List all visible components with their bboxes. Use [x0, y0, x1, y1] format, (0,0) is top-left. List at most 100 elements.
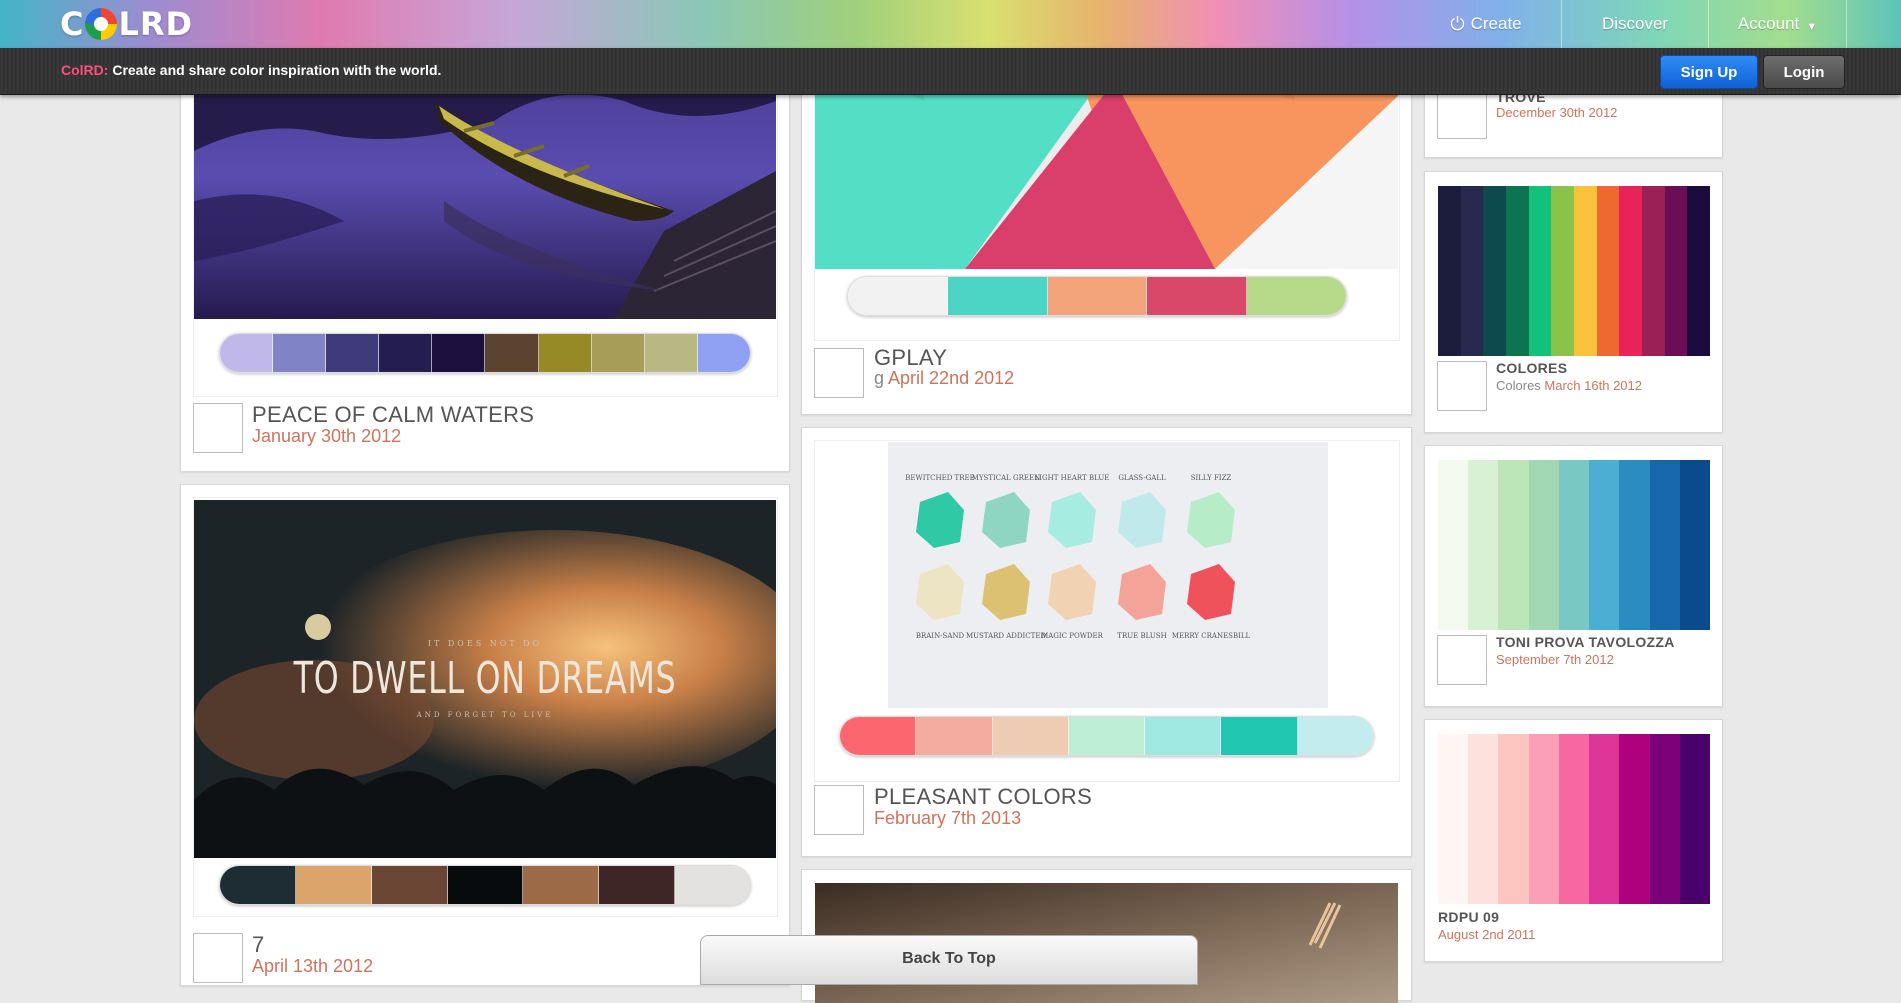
- top-navigation-bar: C LRD ⏻ Create Discover Account ▼: [0, 0, 1901, 49]
- color-swatch[interactable]: [326, 334, 380, 372]
- palette-author[interactable]: Colores: [1496, 378, 1541, 393]
- color-swatch[interactable]: [523, 866, 600, 904]
- main-nav: ⏻ Create Discover Account ▼: [1411, 0, 1901, 48]
- color-stripe: [1438, 734, 1469, 904]
- color-swatch[interactable]: [1145, 717, 1222, 755]
- color-swatch[interactable]: [599, 866, 676, 904]
- palette-title[interactable]: COLORES: [1496, 360, 1567, 376]
- palette-card[interactable]: TONI PROVA TAVOLOZZA September 7th 2012: [1424, 445, 1723, 707]
- palette-swatch-bar: [219, 333, 751, 373]
- color-swatch[interactable]: [447, 866, 524, 904]
- color-swatch[interactable]: [1047, 277, 1148, 315]
- user-avatar[interactable]: [1437, 635, 1487, 685]
- nav-spacer: [1846, 0, 1901, 48]
- color-swatch[interactable]: [295, 866, 372, 904]
- pastel-stones-image: BEWITCHED TREE BRAIN-SAND MYSTICAL GREEN MU…: [888, 442, 1328, 708]
- palette-title[interactable]: PLEASANT COLORS: [874, 784, 1092, 810]
- stone-label: BEWITCHED TREE: [905, 474, 974, 482]
- stone-label: MYSTICAL GREEN: [972, 474, 1041, 482]
- color-swatch[interactable]: [371, 866, 448, 904]
- color-stripe: [1642, 186, 1665, 356]
- user-avatar[interactable]: [814, 785, 864, 835]
- palette-card[interactable]: PEACE OF CALM WATERS January 30th 2012: [180, 60, 790, 472]
- color-swatch[interactable]: [992, 717, 1069, 755]
- color-swatch[interactable]: [916, 717, 993, 755]
- color-swatch[interactable]: [840, 717, 917, 755]
- color-stripe: [1619, 460, 1650, 630]
- color-stripe: [1589, 460, 1620, 630]
- palette-date: Colores March 16th 2012: [1496, 378, 1642, 393]
- nav-account[interactable]: Account ▼: [1708, 0, 1846, 48]
- color-stripe: [1687, 186, 1711, 356]
- stone-label: MUSTARD ADDICTED: [966, 632, 1046, 640]
- color-stripes[interactable]: [1438, 460, 1710, 630]
- color-stripe: [1551, 186, 1575, 356]
- palette-date: August 2nd 2011: [1438, 927, 1536, 942]
- colrd-logo[interactable]: C LRD: [60, 5, 194, 43]
- color-stripe: [1649, 734, 1680, 904]
- palette-date: January 30th 2012: [252, 426, 402, 446]
- user-avatar[interactable]: [814, 348, 864, 398]
- palette-card[interactable]: RDPU 09 August 2nd 2011: [1424, 719, 1723, 962]
- palette-swatch-bar: [839, 716, 1374, 756]
- color-swatch[interactable]: [1247, 277, 1346, 315]
- color-swatch[interactable]: [1297, 717, 1373, 755]
- color-swatch[interactable]: [379, 334, 433, 372]
- power-icon: ⏻: [1450, 13, 1465, 34]
- palette-card[interactable]: IT DOES NOT DO TO DWELL ON DREAMS AND FO…: [180, 484, 790, 986]
- stone-label: SILLY FIZZ: [1191, 474, 1232, 482]
- palette-date: April 13th 2012: [252, 956, 374, 976]
- nav-discover[interactable]: Discover: [1561, 0, 1708, 48]
- palette-card[interactable]: BEWITCHED TREE BRAIN-SAND MYSTICAL GREEN MU…: [801, 427, 1412, 857]
- palette-card[interactable]: COLORES Colores March 16th 2012: [1424, 171, 1723, 433]
- color-swatch[interactable]: [697, 334, 750, 372]
- color-swatch[interactable]: [848, 277, 948, 315]
- user-avatar[interactable]: [1437, 361, 1487, 411]
- palette-title[interactable]: RDPU 09: [1438, 909, 1499, 925]
- color-swatch[interactable]: [1147, 277, 1248, 315]
- color-stripes[interactable]: [1438, 734, 1710, 904]
- color-stripe: [1619, 186, 1643, 356]
- palette-title[interactable]: TONI PROVA TAVOLOZZA: [1496, 634, 1675, 650]
- sign-up-button[interactable]: Sign Up: [1660, 55, 1758, 89]
- color-stripe: [1596, 186, 1620, 356]
- color-swatch[interactable]: [1221, 717, 1298, 755]
- color-stripe: [1574, 186, 1597, 356]
- palette-date: December 30th 2012: [1496, 105, 1618, 120]
- canoe-lake-photo[interactable]: [194, 61, 776, 319]
- color-swatch[interactable]: [273, 334, 327, 372]
- stone-label: TRUE BLUSH: [1117, 632, 1166, 640]
- palette-author[interactable]: g: [874, 368, 884, 388]
- palette-swatch-bar: [847, 276, 1347, 316]
- tagline-bar: ColRD: Create and share color inspiratio…: [0, 48, 1901, 95]
- poster-small-text: IT DOES NOT DO: [427, 639, 543, 648]
- color-stripe: [1589, 734, 1620, 904]
- logo-text-right: LRD: [118, 5, 194, 43]
- color-swatch[interactable]: [675, 866, 750, 904]
- nav-create[interactable]: ⏻ Create: [1411, 0, 1561, 48]
- palette-card[interactable]: GPLAY g April 22nd 2012: [801, 60, 1412, 415]
- user-avatar[interactable]: [193, 403, 243, 453]
- palette-title[interactable]: 7: [252, 932, 265, 958]
- stone-label: MERRY CRANESBILL: [1172, 632, 1251, 640]
- color-stripe: [1468, 460, 1499, 630]
- color-swatch[interactable]: [591, 334, 645, 372]
- color-swatch[interactable]: [485, 334, 539, 372]
- user-avatar[interactable]: [193, 933, 243, 983]
- color-stripe: [1460, 186, 1484, 356]
- login-button[interactable]: Login: [1763, 55, 1845, 89]
- color-stripes[interactable]: [1438, 186, 1711, 356]
- color-swatch[interactable]: [432, 334, 486, 372]
- user-avatar[interactable]: [1437, 89, 1487, 139]
- color-swatch[interactable]: [1068, 717, 1146, 755]
- color-stripe: [1679, 460, 1710, 630]
- tagline: ColRD: Create and share color inspiratio…: [61, 62, 441, 78]
- color-swatch[interactable]: [538, 334, 592, 372]
- color-swatch[interactable]: [644, 334, 698, 372]
- color-swatch[interactable]: [947, 277, 1048, 315]
- tagline-text: Create and share color inspiration with …: [112, 62, 442, 78]
- palette-title[interactable]: PEACE OF CALM WATERS: [252, 402, 534, 428]
- pastel-stones-photo[interactable]: BEWITCHED TREE BRAIN-SAND MYSTICAL GREEN MU…: [888, 442, 1328, 708]
- color-swatch[interactable]: [220, 334, 274, 372]
- color-swatch[interactable]: [220, 866, 296, 904]
